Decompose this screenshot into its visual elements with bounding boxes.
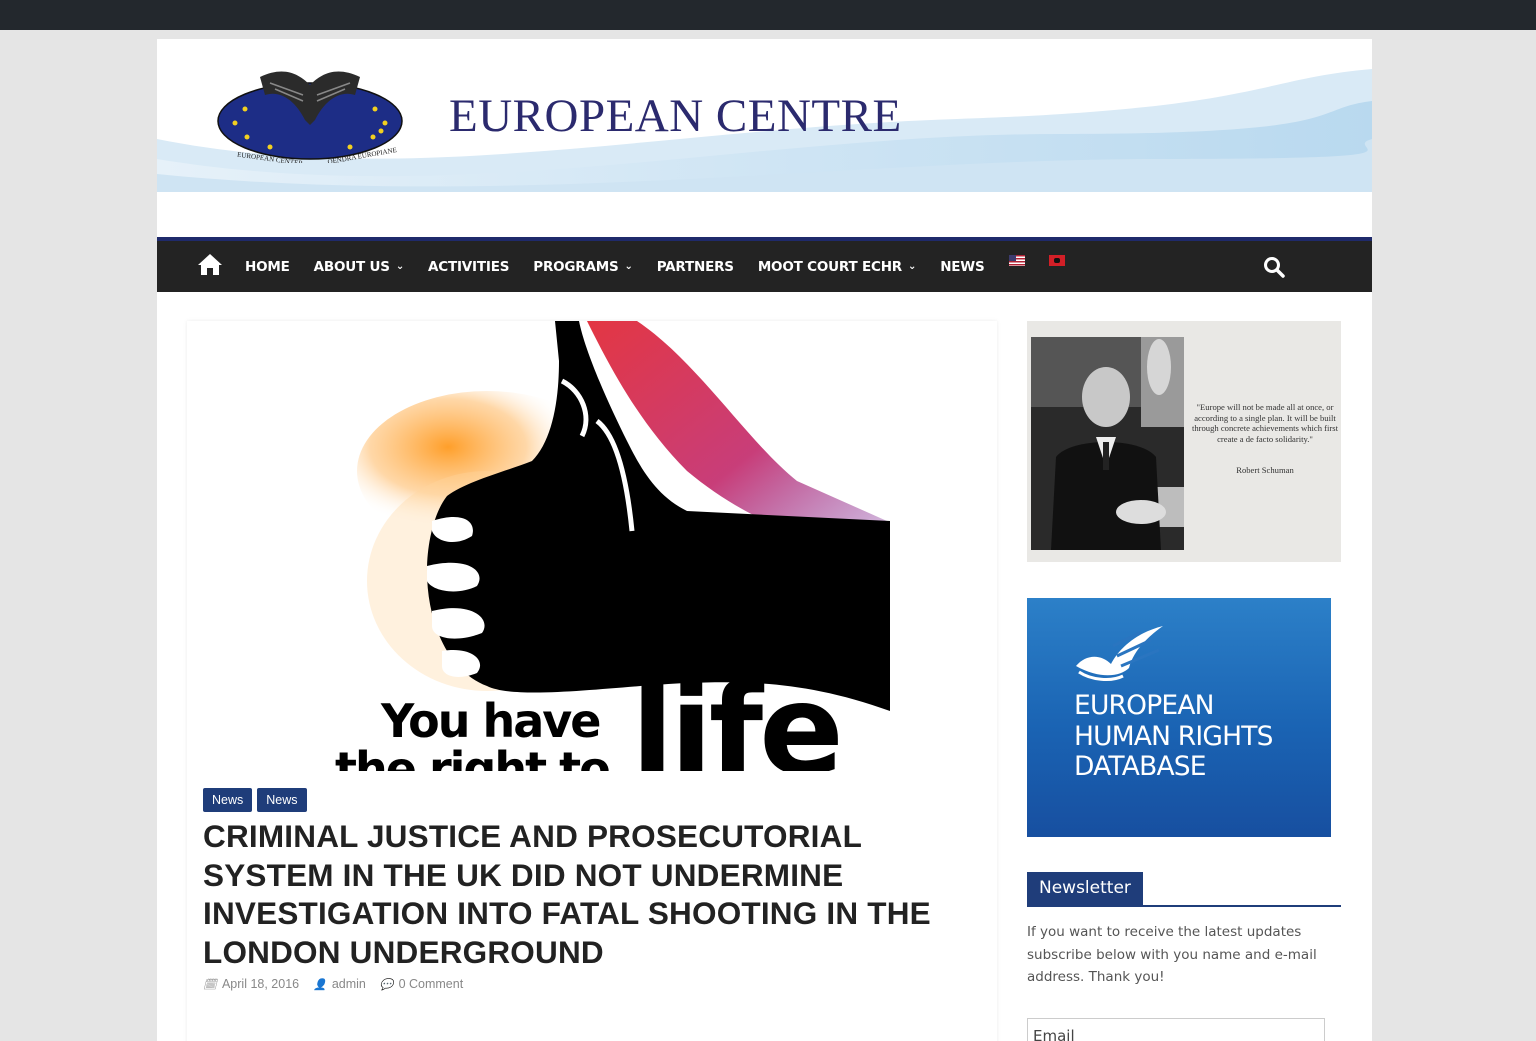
schuman-quote-widget[interactable]: "Europe will not be made all at once, or…: [1027, 321, 1341, 562]
nav-menu: HOME ABOUT US ⌄ ACTIVITIES PROGRAMS ⌄ PART…: [245, 241, 1089, 292]
main-navigation: HOME ABOUT US ⌄ ACTIVITIES PROGRAMS ⌄ PART…: [157, 237, 1372, 292]
admin-top-bar: [0, 0, 1536, 30]
page-wrapper: EUROPEAN CENTER QENDRA EUROPIANE EUROPEA…: [157, 39, 1372, 1041]
us-flag-icon[interactable]: [1008, 255, 1025, 266]
nav-label: MOOT COURT ECHR: [757, 258, 902, 275]
header-banner: EUROPEAN CENTER QENDRA EUROPIANE EUROPEA…: [157, 39, 1372, 192]
nav-label: PROGRAMS: [533, 258, 619, 275]
echr-line: HUMAN RIGHTS: [1074, 720, 1273, 752]
search-icon[interactable]: [1263, 256, 1285, 278]
nav-item-about-us[interactable]: ABOUT US ⌄: [313, 258, 405, 275]
newsletter-description: If you want to receive the latest update…: [1027, 924, 1317, 985]
site-title[interactable]: EUROPEAN CENTRE: [449, 89, 902, 143]
home-icon[interactable]: [197, 252, 223, 276]
post-meta: 🗓 April 18, 2016 👤 admin 💬 0 Comment: [203, 977, 477, 991]
nav-label: ABOUT US: [313, 258, 390, 275]
post-categories: News News: [203, 788, 312, 812]
nav-item-moot-court-echr[interactable]: MOOT COURT ECHR ⌄: [757, 258, 917, 275]
chevron-down-icon: ⌄: [395, 261, 404, 272]
newsletter-heading: Newsletter: [1027, 872, 1341, 907]
nav-item-partners[interactable]: PARTNERS: [657, 259, 734, 275]
nav-label: NEWS: [940, 258, 985, 275]
nav-item-programs[interactable]: PROGRAMS ⌄: [533, 258, 633, 275]
comment-icon: 💬: [379, 978, 394, 991]
category-badge[interactable]: News: [257, 788, 307, 812]
post-author-text: admin: [331, 977, 366, 991]
post-card: You have the right to life News News CRI…: [187, 321, 997, 1041]
category-badge[interactable]: News: [203, 788, 253, 812]
echr-line: EUROPEAN: [1074, 690, 1214, 721]
post-date[interactable]: 🗓 April 18, 2016: [203, 977, 299, 991]
image-text-right-to: the right to: [335, 742, 609, 771]
nav-item-home[interactable]: HOME: [245, 259, 290, 275]
albania-flag-icon[interactable]: [1048, 255, 1065, 266]
chevron-down-icon: ⌄: [908, 261, 917, 272]
post-comments-text: 0 Comment: [398, 977, 464, 991]
post-comments[interactable]: 💬 0 Comment: [380, 977, 463, 991]
schuman-photo: [1031, 337, 1184, 550]
quote-text: "Europe will not be made all at once, or…: [1191, 402, 1339, 444]
featured-image[interactable]: You have the right to life: [187, 321, 997, 771]
email-field[interactable]: [1027, 1018, 1325, 1041]
echr-logo-icon: [1076, 626, 1163, 681]
nav-item-activities[interactable]: ACTIVITIES: [428, 259, 509, 275]
post-title[interactable]: CRIMINAL JUSTICE AND PROSECUTORIAL SYSTE…: [203, 817, 973, 971]
post-date-text: April 18, 2016: [221, 977, 300, 991]
calendar-icon: 🗓: [203, 978, 217, 991]
nav-label: HOME: [245, 258, 290, 275]
post-author[interactable]: 👤 admin: [313, 977, 366, 991]
european-human-rights-database-banner[interactable]: EUROPEAN HUMAN RIGHTS DATABASE: [1027, 598, 1331, 837]
chevron-down-icon: ⌄: [624, 261, 633, 272]
nav-label: ACTIVITIES: [428, 258, 510, 275]
logo[interactable]: EUROPEAN CENTER QENDRA EUROPIANE: [215, 65, 405, 163]
echr-banner-title: EUROPEAN HUMAN RIGHTS DATABASE: [1074, 690, 1273, 783]
nav-label: PARTNERS: [656, 258, 734, 275]
image-text-you-have: You have: [380, 694, 599, 748]
language-switcher: [1008, 255, 1089, 272]
quote-author: Robert Schuman: [1236, 465, 1294, 475]
image-text-life: life: [631, 658, 840, 771]
nav-item-news[interactable]: NEWS: [940, 258, 985, 275]
newsletter-title: Newsletter: [1027, 872, 1143, 905]
user-icon: 👤: [313, 978, 327, 991]
echr-line: DATABASE: [1074, 751, 1207, 782]
